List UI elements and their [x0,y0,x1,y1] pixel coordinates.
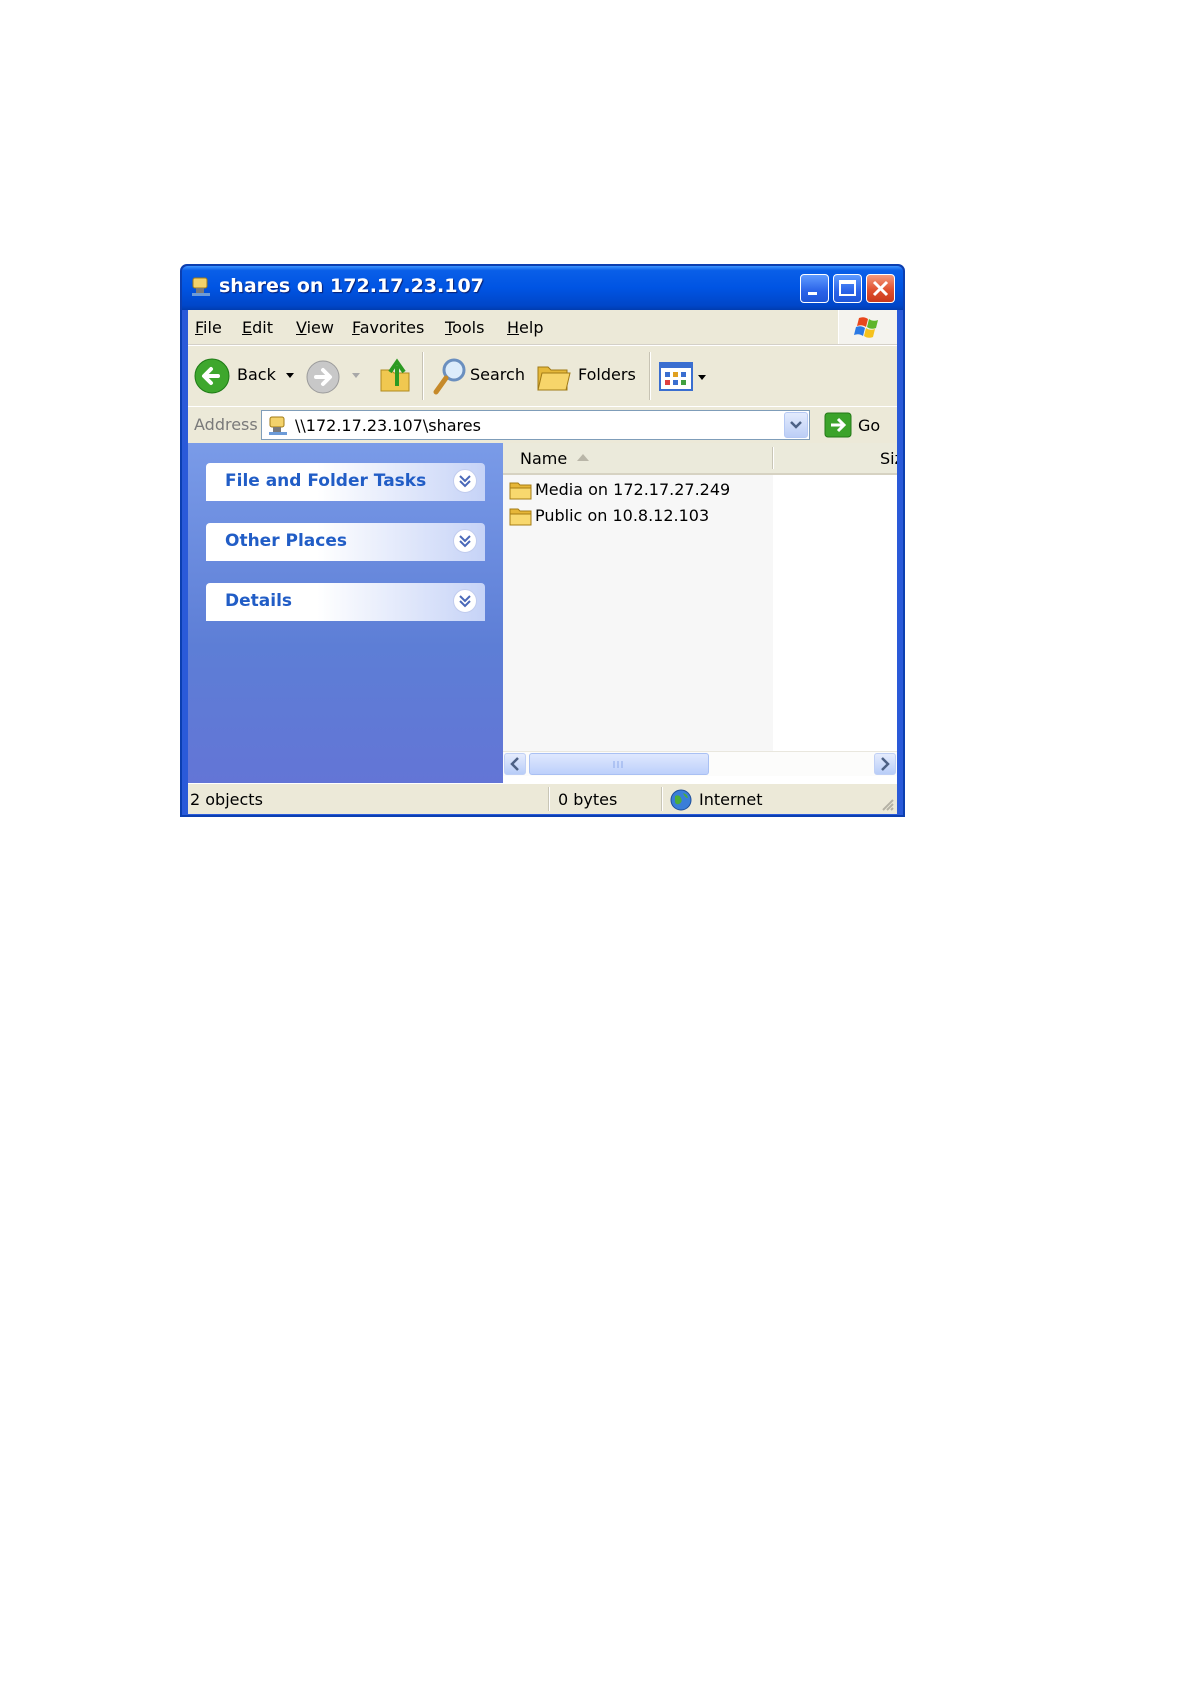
maximize-icon [839,280,856,296]
chevron-down-icon[interactable] [453,469,477,493]
menu-favorites[interactable]: Favorites [352,318,424,337]
go-arrow-icon[interactable] [824,412,852,438]
horizontal-scrollbar[interactable] [503,751,897,776]
status-size: 0 bytes [558,790,618,809]
file-name: Public on 10.8.12.103 [535,506,710,525]
minimize-button[interactable] [800,274,829,303]
explorer-window: shares on 172.17.23.107 File Edit View F… [180,264,905,817]
address-label: Address [194,415,258,434]
minimize-icon [808,292,817,295]
menu-tools[interactable]: Tools [445,318,484,337]
status-separator [661,787,663,811]
scroll-thumb[interactable] [529,753,709,775]
address-input[interactable]: \\172.17.23.107\shares [261,410,810,440]
scroll-right-button[interactable] [874,753,896,775]
toolbar-separator [422,352,424,400]
task-panel-title: Details [225,591,293,611]
folders-button[interactable]: Folders [578,365,636,384]
scroll-left-button[interactable] [504,753,526,775]
details-header[interactable]: Details [206,583,485,621]
search-icon[interactable] [432,356,468,396]
go-button[interactable]: Go [858,416,880,435]
forward-arrow-icon[interactable] [306,360,340,394]
network-share-icon [192,277,210,296]
file-name: Media on 172.17.27.249 [535,480,731,499]
toolbar-separator [649,352,651,400]
task-panel-title: File and Folder Tasks [225,471,427,491]
file-list-pane: Name Siz Media on 172.17.27.249 Public o… [503,443,897,783]
status-separator [548,787,550,811]
column-size-header[interactable]: Siz [880,449,897,468]
task-pane: File and Folder Tasks Other Places Detai… [188,443,503,783]
address-bar: Address \\172.17.23.107\shares Go [188,406,897,443]
menu-view[interactable]: View [296,318,334,337]
status-object-count: 2 objects [190,790,263,809]
task-panel-title: Other Places [225,531,347,551]
menu-edit[interactable]: Edit [242,318,273,337]
column-name-header[interactable]: Name [520,449,567,468]
forward-dropdown-icon [352,373,360,378]
back-dropdown-icon[interactable] [285,372,295,380]
other-places-header[interactable]: Other Places [206,523,485,561]
chevron-down-icon[interactable] [453,589,477,613]
menu-file[interactable]: File [195,318,222,337]
back-arrow-icon[interactable] [194,358,230,394]
column-divider[interactable] [772,447,774,469]
views-icon[interactable] [659,361,709,393]
address-value: \\172.17.23.107\shares [295,416,481,435]
folder-icon [509,508,532,526]
sort-ascending-icon [577,454,589,461]
close-button[interactable] [866,274,895,303]
column-header: Name Siz [503,443,897,475]
menu-bar: File Edit View Favorites Tools Help [188,310,897,345]
resize-grip-icon[interactable] [879,796,895,812]
window-title: shares on 172.17.23.107 [219,275,484,297]
file-folder-tasks-header[interactable]: File and Folder Tasks [206,463,485,501]
status-zone: Internet [699,790,763,809]
globe-icon [670,789,692,811]
address-dropdown-button[interactable] [784,412,808,438]
folder-icon [509,482,532,500]
chevron-down-icon [790,421,802,429]
chevron-left-icon [510,757,519,771]
network-share-icon [269,416,287,435]
title-bar[interactable]: shares on 172.17.23.107 [182,266,903,310]
menu-help[interactable]: Help [507,318,543,337]
up-folder-icon[interactable] [378,356,412,394]
grip-icon [613,761,623,768]
standard-toolbar: Back Search Folders [188,345,897,407]
windows-logo-icon [838,310,897,344]
folders-icon[interactable] [536,359,572,393]
chevron-right-icon [881,757,890,771]
back-button[interactable]: Back [237,365,276,384]
search-button[interactable]: Search [470,365,525,384]
close-icon [872,280,889,297]
status-bar: 2 objects 0 bytes Internet [188,783,897,814]
maximize-button[interactable] [833,274,862,303]
window-body: File Edit View Favorites Tools Help Back [188,310,897,814]
chevron-down-icon[interactable] [453,529,477,553]
